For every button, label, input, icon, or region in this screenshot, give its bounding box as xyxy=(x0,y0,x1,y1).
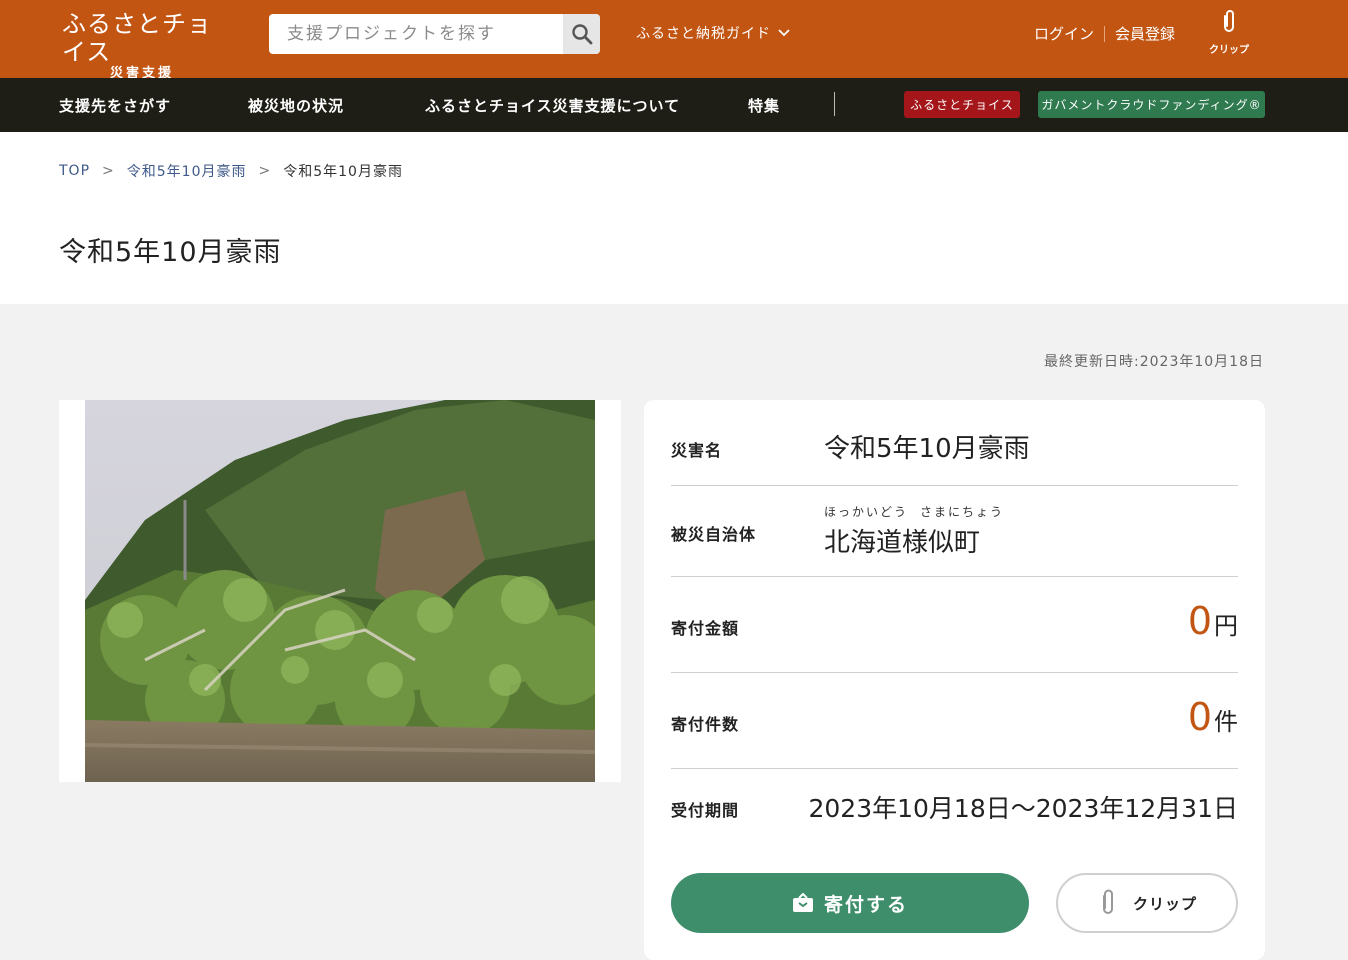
breadcrumb-separator: > xyxy=(102,163,115,179)
page-title: 令和5年10月豪雨 xyxy=(59,237,282,268)
donation-count-value: 0 xyxy=(1187,695,1212,739)
donate-button-label: 寄付する xyxy=(823,893,908,916)
nav-item-about[interactable]: ふるさとチョイス災害支援について xyxy=(425,95,680,116)
search-icon xyxy=(571,24,592,45)
header-clip-label: クリップ xyxy=(1209,45,1249,56)
paperclip-icon xyxy=(1224,10,1234,32)
municipality-ruby-town: さまにちょう xyxy=(920,505,1005,519)
municipality-value: 北海道様似町 xyxy=(824,528,981,558)
info-row-period: 受付期間 2023年10月18日〜2023年12月31日 xyxy=(671,769,1238,847)
nav-item-disaster-status[interactable]: 被災地の状況 xyxy=(248,95,344,116)
gcf-badge[interactable]: ガバメントクラウドファンディング® xyxy=(1038,91,1265,118)
header-clip-button[interactable]: クリップ xyxy=(1207,9,1251,59)
nav-divider xyxy=(834,92,835,116)
register-link[interactable]: 会員登録 xyxy=(1115,23,1175,44)
donation-amount-unit: 円 xyxy=(1214,612,1238,640)
site-logo[interactable]: ふるさとチョイス 災害支援 xyxy=(62,10,232,81)
search-input[interactable] xyxy=(269,14,563,54)
furusato-choice-badge[interactable]: ふるさとチョイス xyxy=(904,91,1020,118)
last-updated: 最終更新日時:2023年10月18日 xyxy=(1044,354,1264,370)
reception-period-value: 2023年10月18日〜2023年12月31日 xyxy=(808,794,1239,823)
donation-count-unit: 件 xyxy=(1214,708,1238,736)
donation-amount: 0円 xyxy=(1188,599,1238,643)
clip-button-label: クリップ xyxy=(1132,894,1197,913)
paperclip-icon xyxy=(1102,889,1113,914)
donation-count-label: 寄付件数 xyxy=(671,715,740,734)
donation-amount-label: 寄付金額 xyxy=(671,619,740,638)
donation-count: 0件 xyxy=(1188,695,1238,739)
donation-amount-value: 0 xyxy=(1187,599,1212,643)
search-button[interactable] xyxy=(563,14,600,54)
breadcrumb-separator: > xyxy=(258,163,272,179)
breadcrumb-current: 令和5年10月豪雨 xyxy=(283,164,403,180)
municipality-label: 被災自治体 xyxy=(671,525,757,544)
donation-box-icon xyxy=(792,893,813,912)
info-row-count: 寄付件数 0件 xyxy=(671,673,1238,769)
nav-item-search-support[interactable]: 支援先をさがす xyxy=(59,95,171,116)
breadcrumb: TOP > 令和5年10月豪雨 > 令和5年10月豪雨 xyxy=(59,161,403,181)
account-link-divider xyxy=(1104,25,1106,42)
page-heading-area: TOP > 令和5年10月豪雨 > 令和5年10月豪雨 令和5年10月豪雨 xyxy=(0,132,1348,304)
main-nav: 支援先をさがす 被災地の状況 ふるさとチョイス災害支援について 特集 ふるさとチ… xyxy=(0,78,1348,132)
tax-guide-menu[interactable]: ふるさと納税ガイド xyxy=(636,23,791,43)
login-link[interactable]: ログイン xyxy=(1034,23,1094,44)
breadcrumb-top[interactable]: TOP xyxy=(59,163,90,179)
nav-item-features[interactable]: 特集 xyxy=(748,95,780,116)
search-box xyxy=(269,14,600,54)
tax-guide-label: ふるさと納税ガイド xyxy=(636,26,771,42)
info-row-amount: 寄付金額 0円 xyxy=(671,577,1238,673)
account-links: ログイン 会員登録 xyxy=(1034,23,1175,44)
breadcrumb-parent[interactable]: 令和5年10月豪雨 xyxy=(127,161,247,181)
disaster-name-value: 令和5年10月豪雨 xyxy=(824,434,1030,464)
disaster-photo-frame xyxy=(59,400,621,782)
donate-button[interactable]: 寄付する xyxy=(671,873,1029,933)
reception-period-label: 受付期間 xyxy=(671,801,740,820)
clip-button[interactable]: クリップ xyxy=(1056,873,1238,933)
info-row-municipality: 被災自治体 ほっかいどう さまにちょう 北海道様似町 xyxy=(671,486,1238,577)
disaster-photo xyxy=(85,400,595,782)
chevron-down-icon xyxy=(778,29,790,37)
disaster-name-label: 災害名 xyxy=(671,441,723,460)
disaster-info-card: 災害名 令和5年10月豪雨 被災自治体 ほっかいどう さまにちょう 北海道様似町… xyxy=(644,400,1265,960)
top-header: ふるさとチョイス 災害支援 ふるさと納税ガイド ログイン 会員登録 クリップ xyxy=(0,0,1348,81)
logo-main-text: ふるさとチョイス xyxy=(62,10,212,66)
municipality-ruby-pref: ほっかいどう xyxy=(824,505,909,519)
info-row-disaster: 災害名 令和5年10月豪雨 xyxy=(671,422,1238,486)
